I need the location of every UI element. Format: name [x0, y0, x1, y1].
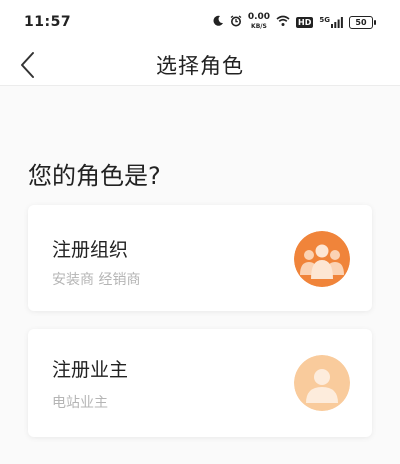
status-icons: 0.00 KB/S HD 5G 50	[212, 13, 376, 31]
hd-badge: HD	[296, 16, 314, 28]
status-time: 11:57	[24, 14, 72, 30]
role-title: 注册组织	[52, 239, 129, 261]
group-people-icon	[294, 231, 350, 287]
moon-icon	[212, 15, 224, 30]
page-title: 选择角色	[156, 54, 244, 78]
alarm-icon	[230, 14, 242, 30]
battery-icon: 50	[349, 15, 376, 29]
role-subtitle: 安装商 经销商	[52, 272, 141, 288]
network-speed-unit: KB/S	[251, 23, 267, 30]
role-subtitle: 电站业主	[52, 395, 108, 411]
signal-icon: 5G	[319, 15, 343, 28]
status-bar: 11:57 0.00 KB/S HD 5G 50	[0, 0, 400, 44]
network-speed-value: 0.00	[247, 12, 271, 22]
navigation-bar: 选择角色	[0, 44, 400, 86]
wifi-icon	[276, 15, 290, 30]
role-title: 注册业主	[52, 359, 129, 381]
single-person-icon	[294, 355, 350, 411]
network-speed: 0.00 KB/S	[248, 13, 270, 31]
role-question: 您的角色是?	[28, 162, 161, 190]
battery-level: 50	[349, 15, 373, 29]
role-card-owner[interactable]: 注册业主 电站业主	[28, 329, 372, 437]
signal-label: 5G	[319, 15, 330, 24]
role-card-organization[interactable]: 注册组织 安装商 经销商	[28, 205, 372, 311]
